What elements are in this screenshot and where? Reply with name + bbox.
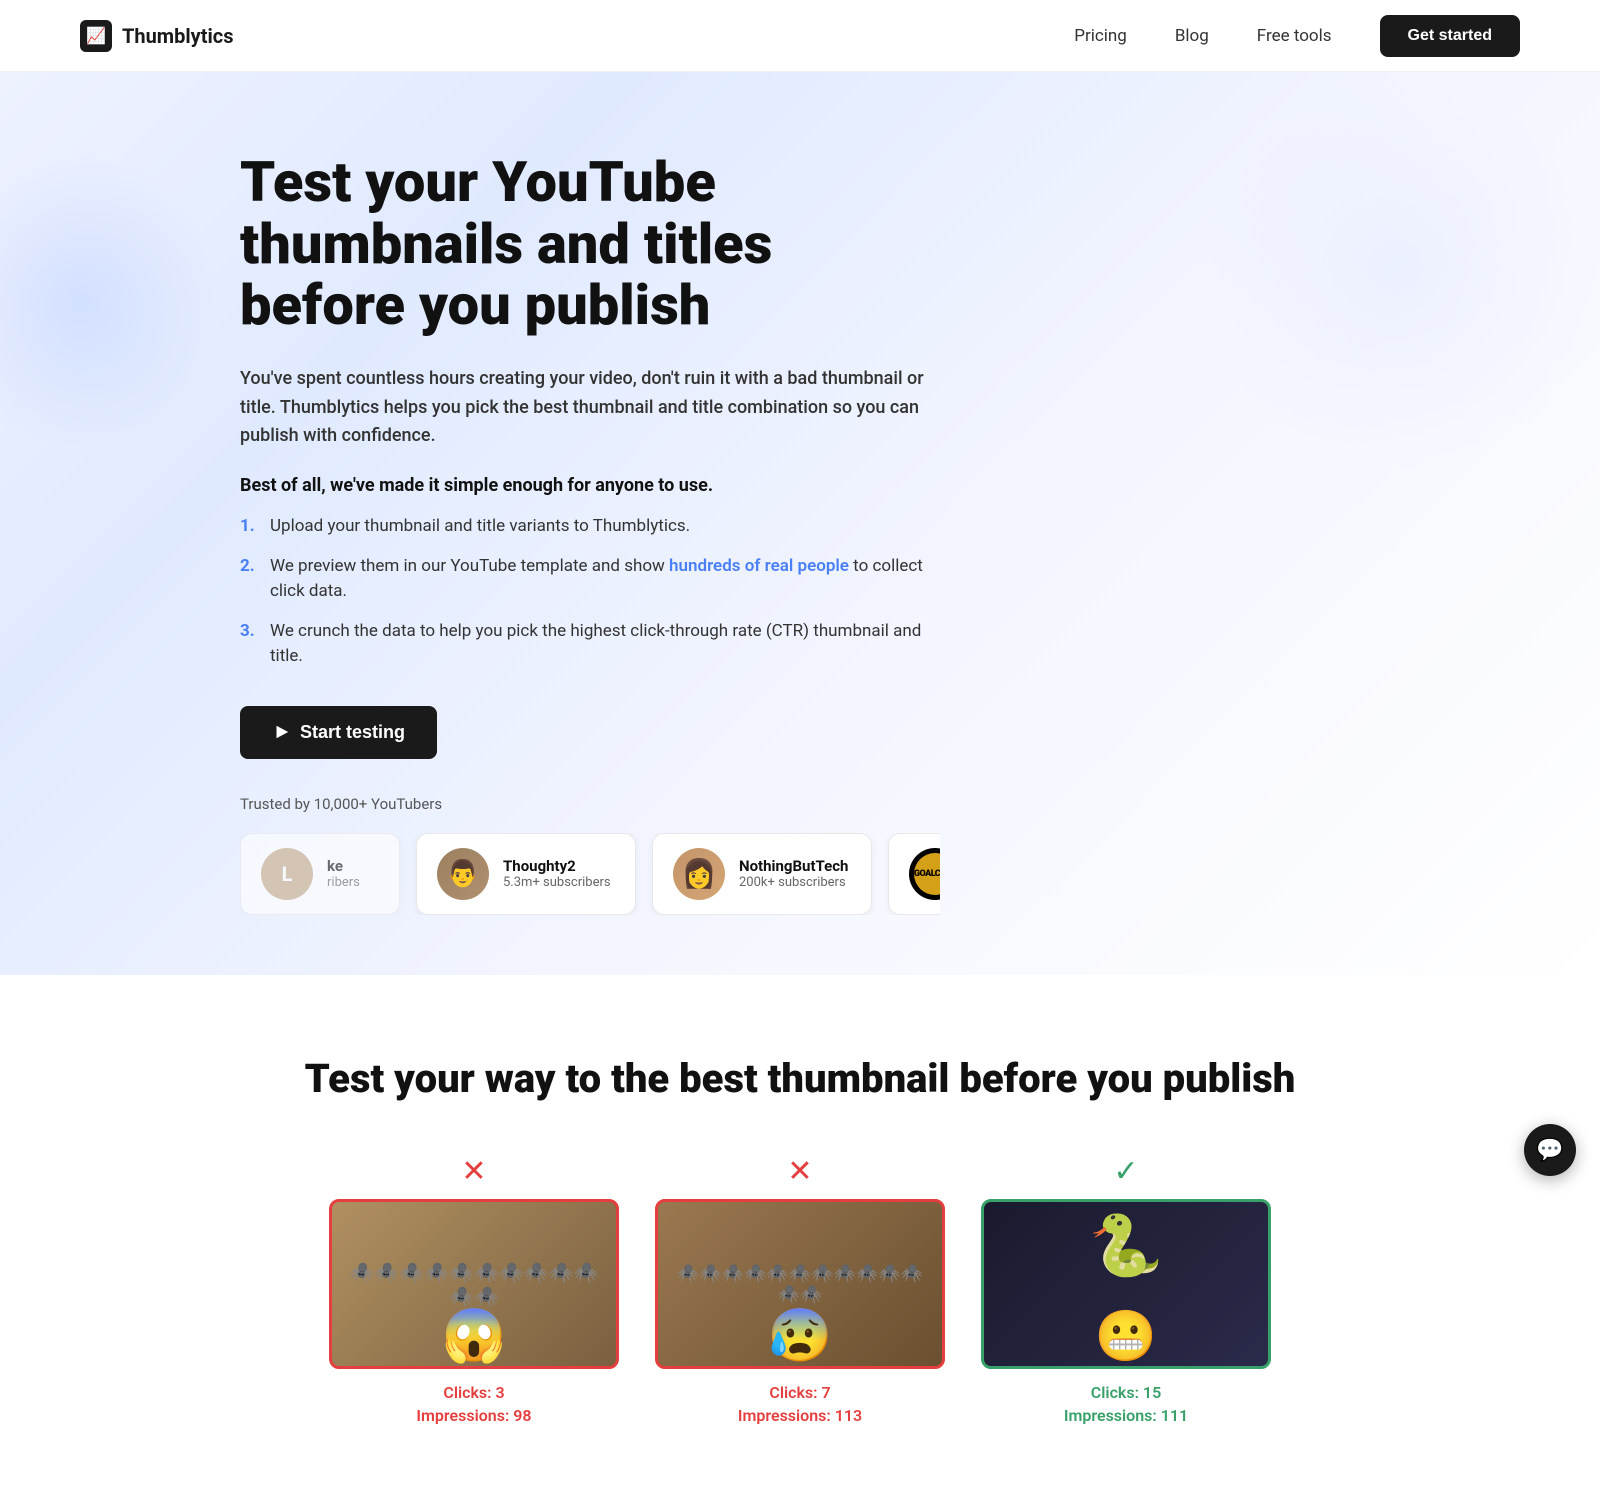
- thumb-img-2: 🕷️🕷️🕷️🕷️🕷️🕷️🕷️🕷️🕷️🕷️🕷️🕷️🕷️ 😰: [655, 1199, 945, 1369]
- blob-decoration-right: [1200, 72, 1600, 472]
- logo[interactable]: 📈 Thumblytics: [80, 20, 233, 52]
- thumb-img-1: 🕷️🕷️🕷️🕷️🕷️🕷️🕷️🕷️🕷️🕷️🕷️🕷️ 😱: [329, 1199, 619, 1369]
- get-started-button[interactable]: Get started: [1380, 15, 1520, 57]
- avatar-partial: L: [261, 848, 313, 900]
- navbar: 📈 Thumblytics Pricing Blog Free tools Ge…: [0, 0, 1600, 72]
- thumb-card-2: ✕ 🕷️🕷️🕷️🕷️🕷️🕷️🕷️🕷️🕷️🕷️🕷️🕷️🕷️ 😰 Clicks: 7…: [655, 1154, 945, 1425]
- thumb-card-1: ✕ 🕷️🕷️🕷️🕷️🕷️🕷️🕷️🕷️🕷️🕷️🕷️🕷️ 😱 Clicks: 3 I…: [329, 1154, 619, 1425]
- avatar-nbt: 👩: [673, 848, 725, 900]
- step-1-text: Upload your thumbnail and title variants…: [270, 514, 690, 540]
- thumbnail-cards: ✕ 🕷️🕷️🕷️🕷️🕷️🕷️🕷️🕷️🕷️🕷️🕷️🕷️ 😱 Clicks: 3 I…: [80, 1154, 1520, 1425]
- thumb-impressions-2: Impressions: 113: [655, 1406, 945, 1425]
- steps-list: 1. Upload your thumbnail and title varia…: [240, 514, 940, 670]
- step-2: 2. We preview them in our YouTube templa…: [240, 554, 940, 605]
- youtuber-name-nbt: NothingButTech: [739, 857, 848, 875]
- youtuber-card-thoughty2[interactable]: 👨 Thoughty2 5.3m+ subscribers: [416, 833, 636, 915]
- youtuber-subs-partial: ribers: [327, 875, 360, 890]
- thumb-impressions-1: Impressions: 98: [329, 1406, 619, 1425]
- step-2-num: 2.: [240, 554, 260, 580]
- thumb-status-1: ✕: [329, 1154, 619, 1189]
- thumb-status-2: ✕: [655, 1154, 945, 1189]
- youtuber-card-partial: L ke ribers: [240, 833, 400, 915]
- youtuber-name-partial: ke: [327, 857, 360, 875]
- hero-title: Test your YouTube thumbnails and titles …: [240, 152, 940, 337]
- youtuber-info-partial: ke ribers: [327, 857, 360, 890]
- youtuber-subs-thoughty2: 5.3m+ subscribers: [503, 875, 611, 890]
- nav-link-pricing[interactable]: Pricing: [1074, 26, 1127, 46]
- step-1: 1. Upload your thumbnail and title varia…: [240, 514, 940, 540]
- thumb-status-3: ✓: [981, 1154, 1271, 1189]
- start-testing-label: Start testing: [300, 722, 405, 743]
- youtuber-info-thoughty2: Thoughty2 5.3m+ subscribers: [503, 857, 611, 890]
- thumb-clicks-3: Clicks: 15: [981, 1383, 1271, 1402]
- nav-links: Pricing Blog Free tools Get started: [1074, 15, 1520, 57]
- thumb-clicks-2: Clicks: 7: [655, 1383, 945, 1402]
- section2: Test your way to the best thumbnail befo…: [0, 975, 1600, 1485]
- thumb-card-3: ✓ 🐍 😬 Clicks: 15 Impressions: 111: [981, 1154, 1271, 1425]
- start-testing-button[interactable]: Start testing: [240, 706, 437, 759]
- chat-bubble[interactable]: 💬: [1524, 1124, 1576, 1176]
- youtuber-name-thoughty2: Thoughty2: [503, 857, 611, 875]
- youtuber-info-nbt: NothingButTech 200k+ subscribers: [739, 857, 848, 890]
- hero-section: Test your YouTube thumbnails and titles …: [0, 72, 1600, 975]
- nav-link-blog[interactable]: Blog: [1175, 26, 1209, 46]
- section2-title: Test your way to the best thumbnail befo…: [80, 1055, 1520, 1102]
- nav-link-free-tools[interactable]: Free tools: [1257, 26, 1332, 46]
- chat-icon: 💬: [1536, 1138, 1563, 1163]
- step-3-num: 3.: [240, 619, 260, 645]
- thumb-img-3: 🐍 😬: [981, 1199, 1271, 1369]
- hero-subtitle: You've spent countless hours creating yo…: [240, 365, 940, 451]
- hero-simple-text: Best of all, we've made it simple enough…: [240, 475, 940, 496]
- step-3: 3. We crunch the data to help you pick t…: [240, 619, 940, 670]
- step-1-num: 1.: [240, 514, 260, 540]
- real-people-link[interactable]: hundreds of real people: [669, 556, 849, 576]
- thumb-impressions-3: Impressions: 111: [981, 1406, 1271, 1425]
- thumb-clicks-1: Clicks: 3: [329, 1383, 619, 1402]
- youtuber-subs-nbt: 200k+ subscribers: [739, 875, 848, 890]
- play-icon: [272, 723, 290, 741]
- step-3-text: We crunch the data to help you pick the …: [270, 619, 940, 670]
- avatar-goalcast: GOALCAST: [909, 848, 940, 900]
- hero-content: Test your YouTube thumbnails and titles …: [240, 152, 940, 915]
- step-2-text: We preview them in our YouTube template …: [270, 554, 940, 605]
- logo-text: Thumblytics: [122, 24, 233, 48]
- blob-decoration-left: [0, 152, 220, 452]
- trusted-label: Trusted by 10,000+ YouTubers: [240, 795, 940, 813]
- youtubers-row: L ke ribers 👨 Thoughty2 5.3m+ subscriber…: [240, 833, 940, 915]
- avatar-thoughty2: 👨: [437, 848, 489, 900]
- logo-icon: 📈: [80, 20, 112, 52]
- youtuber-card-nbt[interactable]: 👩 NothingButTech 200k+ subscribers: [652, 833, 872, 915]
- youtuber-card-goalcast[interactable]: GOALCAST Goalcast 2.6m+ subscribers: [888, 833, 940, 915]
